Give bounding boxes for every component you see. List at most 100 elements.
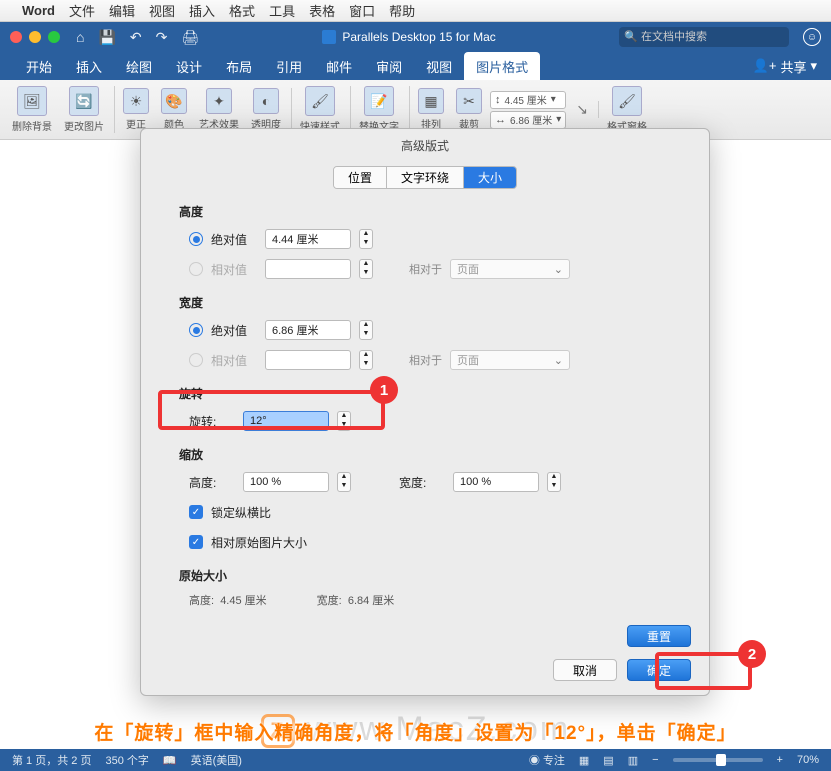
height-absolute-radio[interactable] <box>189 232 203 246</box>
scale-section-title: 缩放 <box>179 446 671 463</box>
menu-tools[interactable]: 工具 <box>269 1 295 20</box>
width-relto-label: 相对于 <box>409 352 442 368</box>
user-icon[interactable]: ☺ <box>803 28 821 46</box>
tab-mailings[interactable]: 邮件 <box>314 52 364 80</box>
width-rel-stepper: ▲▼ <box>359 350 373 370</box>
width-input[interactable]: 6.86 厘米 ▾ <box>490 111 566 129</box>
reset-button[interactable]: 重置 <box>627 625 691 647</box>
statusbar: 第 1 页，共 2 页 350 个字 📖 英语(美国) ◉ 专注 ▦ ▤ ▥ −… <box>0 749 831 771</box>
zoom-value[interactable]: 70% <box>797 754 819 766</box>
view-outline-icon[interactable]: ▥ <box>628 754 638 767</box>
cancel-button[interactable]: 取消 <box>553 659 617 681</box>
ribbon-tabs: 开始 插入 绘图 设计 布局 引用 邮件 审阅 视图 图片格式 👤+ 共享 ▾ <box>0 52 831 80</box>
status-lang[interactable]: 英语(美国) <box>191 752 242 768</box>
quick-style-button[interactable]: 🖌快速样式 <box>296 86 351 133</box>
corrections-button[interactable]: ☀更正 <box>119 88 153 131</box>
width-relto-dropdown: 页面 <box>450 350 570 370</box>
tab-review[interactable]: 审阅 <box>364 52 414 80</box>
scale-height-input[interactable]: 100 % <box>243 472 329 492</box>
annotation-badge-2: 2 <box>738 640 766 668</box>
format-pane-button[interactable]: 🖌格式窗格 <box>603 86 651 133</box>
menu-view[interactable]: 视图 <box>149 1 175 20</box>
redo-icon[interactable]: ↷ <box>156 29 168 46</box>
menu-insert[interactable]: 插入 <box>189 1 215 20</box>
document-title: Parallels Desktop 15 for Mac <box>199 30 619 44</box>
rotation-section-title: 旋转 <box>179 385 671 402</box>
width-absolute-input[interactable]: 6.86 厘米 <box>265 320 351 340</box>
remove-bg-button[interactable]: 🖼删除背景 <box>8 86 56 133</box>
menu-window[interactable]: 窗口 <box>349 1 375 20</box>
menu-edit[interactable]: 编辑 <box>109 1 135 20</box>
height-absolute-input[interactable]: 4.44 厘米 <box>265 229 351 249</box>
close-icon[interactable] <box>10 31 22 43</box>
tab-text-wrap[interactable]: 文字环绕 <box>387 167 464 188</box>
zoom-out-icon[interactable]: − <box>652 754 658 766</box>
tab-design[interactable]: 设计 <box>164 52 214 80</box>
width-relative-label: 相对值 <box>211 352 257 369</box>
undo-icon[interactable]: ↶ <box>130 29 142 46</box>
replace-text-button[interactable]: 📝替换文字 <box>355 86 410 133</box>
height-absolute-label: 绝对值 <box>211 231 257 248</box>
color-button[interactable]: 🎨颜色 <box>157 88 191 131</box>
tab-insert[interactable]: 插入 <box>64 52 114 80</box>
zoom-slider[interactable] <box>673 758 763 762</box>
tab-size[interactable]: 大小 <box>464 167 516 188</box>
relative-orig-checkbox[interactable] <box>189 535 203 549</box>
height-rel-stepper: ▲▼ <box>359 259 373 279</box>
relative-orig-label: 相对原始图片大小 <box>211 534 307 551</box>
tab-position[interactable]: 位置 <box>334 167 387 188</box>
menu-table[interactable]: 表格 <box>309 1 335 20</box>
quick-toolbar: ⌂ 💾 ↶ ↷ 🖨 <box>76 29 199 46</box>
height-stepper[interactable]: ▲▼ <box>359 229 373 249</box>
tab-draw[interactable]: 绘图 <box>114 52 164 80</box>
tab-view[interactable]: 视图 <box>414 52 464 80</box>
home-icon[interactable]: ⌂ <box>76 29 84 46</box>
save-icon[interactable]: 💾 <box>98 29 115 46</box>
scale-width-label: 宽度: <box>399 474 445 491</box>
width-absolute-radio[interactable] <box>189 323 203 337</box>
app-name[interactable]: Word <box>22 3 55 18</box>
instruction-caption: 在「旋转」框中输入精确角度，将「角度」设置为「12°」，单击「确定」 <box>0 718 831 745</box>
transparency-button[interactable]: ◐透明度 <box>247 88 292 131</box>
dialog-title: 高级版式 <box>141 129 709 166</box>
height-relative-radio <box>189 262 203 276</box>
artistic-button[interactable]: ✦艺术效果 <box>195 88 243 131</box>
tab-picture-format[interactable]: 图片格式 <box>464 52 540 80</box>
focus-mode-button[interactable]: ◉ 专注 <box>529 752 565 768</box>
rotation-stepper[interactable]: ▲▼ <box>337 411 351 431</box>
share-button[interactable]: 👤+ 共享 ▾ <box>753 57 817 76</box>
view-web-icon[interactable]: ▤ <box>603 754 613 767</box>
zoom-in-icon[interactable]: + <box>777 754 783 766</box>
height-input[interactable]: 4.45 厘米 ▾ <box>490 91 566 109</box>
width-relative-radio <box>189 353 203 367</box>
status-spell-icon[interactable]: 📖 <box>163 754 177 767</box>
arrange-button[interactable]: ▦排列 <box>414 88 448 131</box>
menu-format[interactable]: 格式 <box>229 1 255 20</box>
width-stepper[interactable]: ▲▼ <box>359 320 373 340</box>
scale-w-stepper[interactable]: ▲▼ <box>547 472 561 492</box>
maximize-icon[interactable] <box>48 31 60 43</box>
tab-references[interactable]: 引用 <box>264 52 314 80</box>
status-words[interactable]: 350 个字 <box>105 752 148 768</box>
scale-width-input[interactable]: 100 % <box>453 472 539 492</box>
crop-button[interactable]: ✂裁剪 <box>452 88 486 131</box>
search-input[interactable]: 在文档中搜索 <box>619 27 789 47</box>
print-icon[interactable]: 🖨 <box>181 29 199 46</box>
menu-file[interactable]: 文件 <box>69 1 95 20</box>
expand-icon[interactable]: ↘ <box>576 101 588 118</box>
tab-home[interactable]: 开始 <box>14 52 64 80</box>
minimize-icon[interactable] <box>29 31 41 43</box>
original-section-title: 原始大小 <box>179 567 671 584</box>
lock-aspect-checkbox[interactable] <box>189 505 203 519</box>
rotation-input[interactable]: 12° <box>243 411 329 431</box>
status-page[interactable]: 第 1 页，共 2 页 <box>12 752 91 768</box>
scale-h-stepper[interactable]: ▲▼ <box>337 472 351 492</box>
width-section-title: 宽度 <box>179 294 671 311</box>
change-pic-button[interactable]: 🔄更改图片 <box>60 86 115 133</box>
menu-help[interactable]: 帮助 <box>389 1 415 20</box>
ok-button[interactable]: 确定 <box>627 659 691 681</box>
lock-aspect-label: 锁定纵横比 <box>211 504 271 521</box>
view-print-icon[interactable]: ▦ <box>579 754 589 767</box>
tab-layout[interactable]: 布局 <box>214 52 264 80</box>
advanced-layout-dialog: 高级版式 位置 文字环绕 大小 高度 绝对值 4.44 厘米 ▲▼ 相对值 ▲▼… <box>140 128 710 696</box>
